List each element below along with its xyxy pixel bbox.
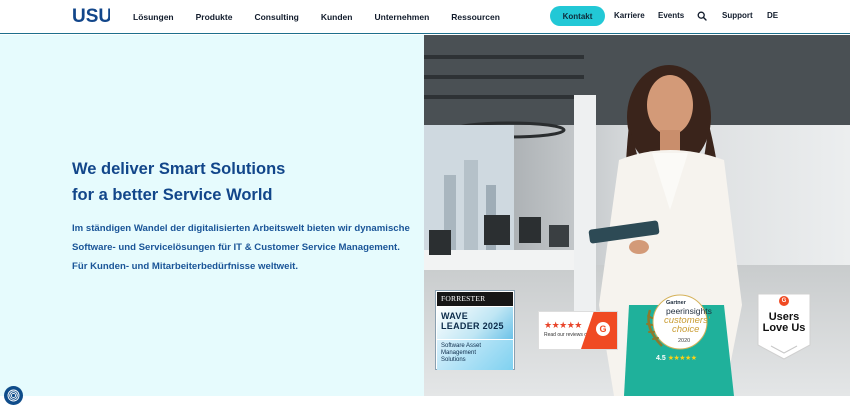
subtext-line-3: Für Kunden- und Mitarbeiterbedürfnisse w… [72,261,299,272]
nav-ressourcen[interactable]: Ressourcen [451,12,500,22]
forrester-category: Software Asset Management Solutions [437,340,513,370]
forrester-category-line-3: Solutions [441,357,466,363]
language-switcher[interactable]: DE [767,11,778,20]
forrester-line-2: LEADER 2025 [441,321,504,331]
hero-subtext: Im ständigen Wandel der digitalisierten … [72,219,417,276]
forrester-title: WAVE LEADER 2025 [437,307,513,339]
hero-text-panel [0,35,424,396]
users-love-us-text: Users Love Us [757,312,811,333]
hero-headline: We deliver Smart Solutions for a better … [72,156,285,208]
main-nav: Lösungen Produkte Consulting Kunden Unte… [133,0,500,33]
users-line-2: Love Us [762,321,806,334]
nav-loesungen[interactable]: Lösungen [133,12,174,22]
nav-produkte[interactable]: Produkte [196,12,233,22]
nav-consulting[interactable]: Consulting [254,12,298,22]
forrester-brand: FORRESTER [437,292,513,306]
karriere-link[interactable]: Karriere [614,11,645,20]
subtext-line-1: Im ständigen Wandel der digitalisierten … [72,223,410,234]
fingerprint-glyph [7,389,20,402]
forrester-wave-badge: FORRESTER WAVE LEADER 2025 Software Asse… [435,290,515,370]
g2-logo-icon: G [596,322,610,336]
gartner-choice-line-2: choice [672,324,700,335]
forrester-category-line-1: Software Asset [441,343,482,349]
g2-reviews-text: Read our reviews on [544,332,590,338]
gartner-peer-insights-badge: Gartner peerinsights customers' choice 2… [640,292,720,368]
headline-line-2: for a better Service World [72,186,273,204]
forrester-line-1: WAVE [441,311,469,321]
gartner-rating: 4.5 ★★★★★ [656,354,697,362]
g2-reviews-badge[interactable]: ★★★★★ Read our reviews on G [538,311,618,350]
kontakt-button[interactable]: Kontakt [550,6,605,26]
g2-logo-icon-small: G [779,296,789,306]
svg-text:USU: USU [72,7,110,25]
g2-stars: ★★★★★ [544,320,582,330]
gartner-rating-stars: ★★★★★ [667,355,697,362]
nav-kunden[interactable]: Kunden [321,12,353,22]
gartner-year: 2020 [678,338,691,344]
site-header: USU Lösungen Produkte Consulting Kunden … [0,0,850,34]
subtext-line-2: Software- und Servicelösungen für IT & C… [72,242,400,253]
search-icon[interactable] [697,11,707,21]
nav-unternehmen[interactable]: Unternehmen [374,12,429,22]
gartner-rating-value: 4.5 [656,355,666,362]
gartner-choice: customers' choice [664,316,710,335]
g2-users-love-us-badge: G Users Love Us [757,293,811,360]
usu-logo[interactable]: USU [72,7,110,25]
users-line-1: Users [768,311,800,323]
usu-logo-mark: USU [72,7,110,25]
forrester-category-line-2: Management [441,350,477,356]
events-link[interactable]: Events [658,11,684,20]
headline-line-1: We deliver Smart Solutions [72,160,286,178]
fingerprint-icon[interactable] [4,386,23,405]
support-link[interactable]: Support [722,11,753,20]
